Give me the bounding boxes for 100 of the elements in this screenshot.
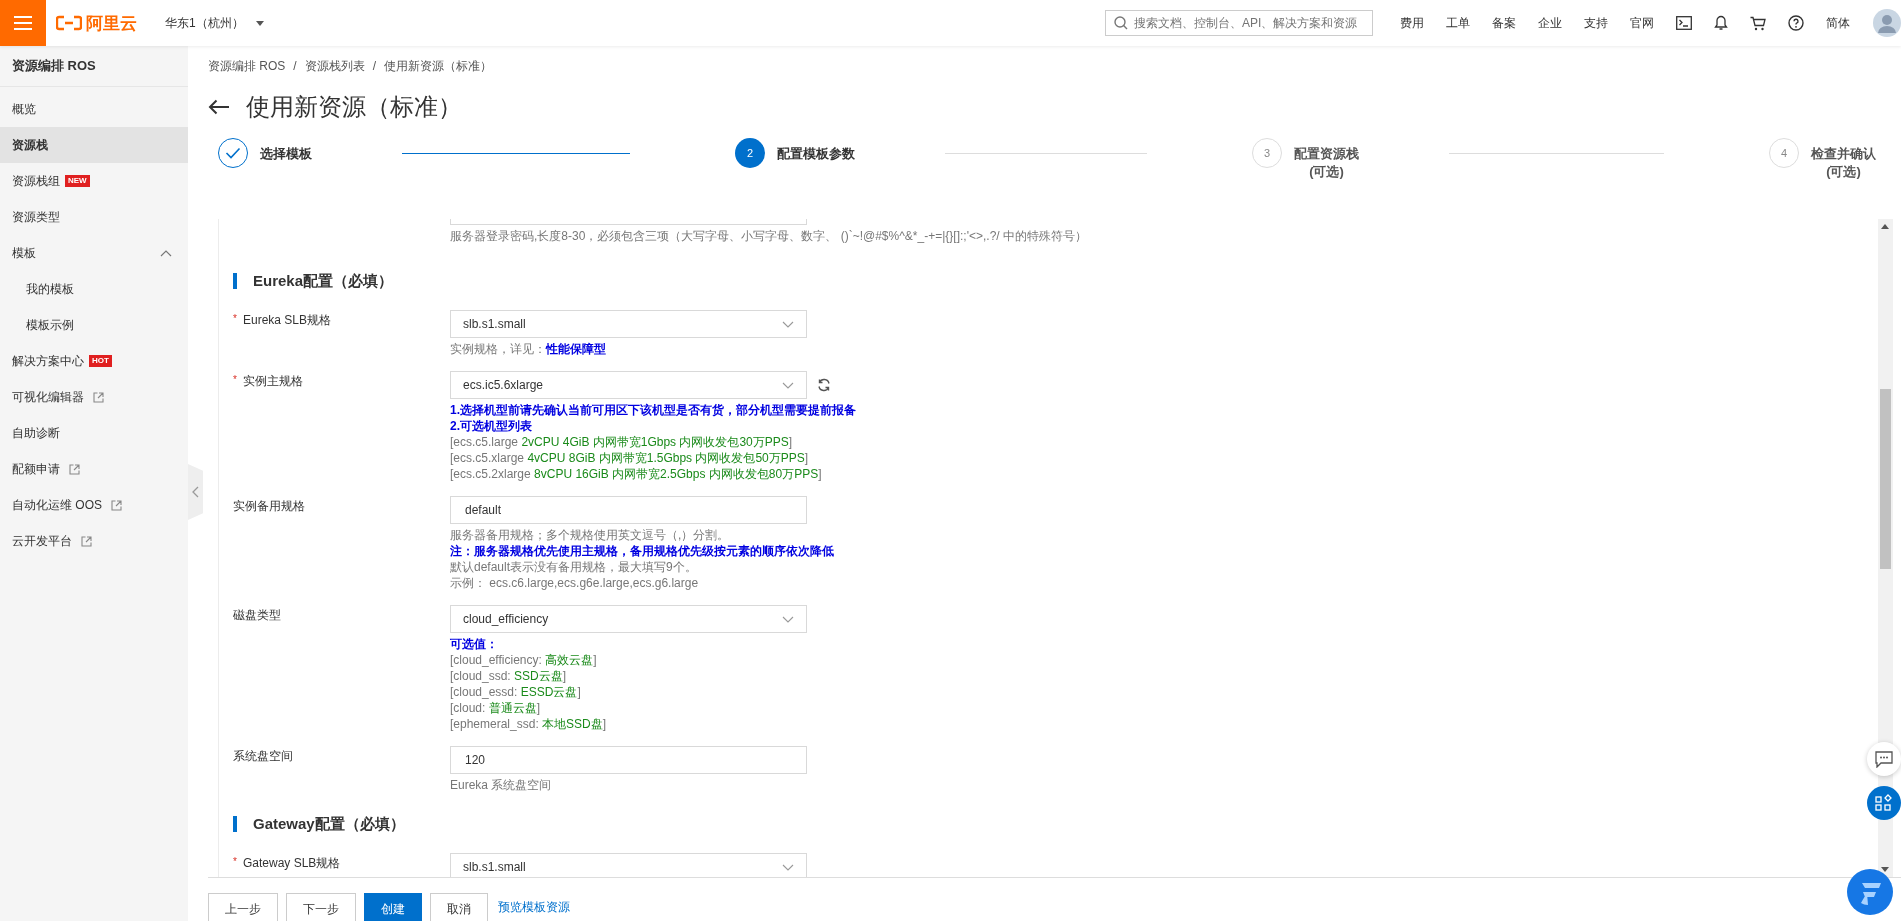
required-mark: * bbox=[233, 855, 238, 869]
footer-button[interactable]: 取消 bbox=[430, 893, 488, 921]
footer-button[interactable]: 下一步 bbox=[286, 893, 356, 921]
chevron-down-icon bbox=[782, 381, 794, 389]
section-title: Gateway配置（必填） bbox=[253, 814, 405, 834]
breadcrumb-current: 使用新资源（标准） bbox=[384, 57, 493, 75]
step-label: 配置模板参数 bbox=[777, 145, 855, 163]
terminal-icon[interactable] bbox=[1676, 16, 1692, 30]
help-text: 服务器登录密码,长度8-30，必须包含三项（大写字母、小写字母、数字、 ()`~!@#$%^&*_-+=|{}[]:;'<>,.?/ 中的特殊符号） bbox=[450, 228, 1087, 244]
select-field[interactable]: slb.s1.small bbox=[450, 853, 807, 877]
field-label: 实例备用规格 bbox=[233, 498, 305, 515]
input-field[interactable]: 120 bbox=[450, 746, 807, 774]
help-text: 默认default表示没有备用规格，最大填写9个。 bbox=[450, 559, 698, 575]
nav-link[interactable]: 企业 bbox=[1538, 14, 1562, 32]
step-label: 选择模板 bbox=[260, 145, 312, 163]
region-selector[interactable]: 华东1（杭州） bbox=[165, 14, 264, 32]
badge: NEW bbox=[65, 175, 90, 187]
input-field[interactable]: default bbox=[450, 496, 807, 524]
chat-icon bbox=[1875, 750, 1893, 768]
external-link-icon bbox=[111, 499, 122, 511]
footer-button[interactable]: 上一步 bbox=[208, 893, 278, 921]
select-field[interactable]: cloud_efficiency bbox=[450, 605, 807, 633]
back-arrow-icon[interactable] bbox=[208, 99, 230, 115]
chevron-down-icon bbox=[782, 863, 794, 871]
nav-link[interactable]: 官网 bbox=[1630, 14, 1654, 32]
sidebar-item[interactable]: 自助诊断 bbox=[0, 415, 188, 451]
sidebar-item[interactable]: 资源栈 bbox=[0, 127, 188, 163]
chevron-left-icon bbox=[192, 486, 199, 498]
apps-icon bbox=[1875, 794, 1893, 812]
assistant-logo-icon[interactable] bbox=[1847, 869, 1893, 915]
footer-button[interactable]: 创建 bbox=[364, 893, 422, 921]
scroll-down-icon[interactable] bbox=[1881, 867, 1889, 872]
cart-icon[interactable] bbox=[1750, 15, 1766, 31]
preview-link[interactable]: 预览模板资源 bbox=[498, 893, 570, 921]
help-text: [ecs.c5.xlarge 4vCPU 8GiB 内网带宽1.5Gbps 内网收发包50万PPS] bbox=[450, 450, 810, 466]
chat-button[interactable] bbox=[1867, 742, 1901, 776]
help-text: [cloud_essd: ESSD云盘] bbox=[450, 684, 582, 700]
select-field[interactable]: slb.s1.small bbox=[450, 310, 807, 338]
collapse-handle[interactable] bbox=[188, 464, 203, 520]
check-icon bbox=[225, 147, 241, 159]
avatar-icon[interactable] bbox=[1873, 9, 1901, 37]
help-text: 1.选择机型前请先确认当前可用区下该机型是否有货，部分机型需要提前报备 bbox=[450, 402, 856, 418]
select-field[interactable]: ecs.ic5.6xlarge bbox=[450, 371, 807, 399]
help-text: [ecs.c5.large 2vCPU 4GiB 内网带宽1Gbps 内网收发包30万PPS] bbox=[450, 434, 794, 450]
caret-icon bbox=[255, 20, 264, 26]
sidebar-subitem[interactable]: 模板示例 bbox=[0, 307, 188, 343]
help-text: Eureka 系统盘空间 bbox=[450, 777, 553, 793]
step-label: 配置资源栈 bbox=[1294, 145, 1359, 163]
nav-link[interactable]: 支持 bbox=[1584, 14, 1608, 32]
field-label: 系统盘空间 bbox=[233, 748, 293, 765]
language-link[interactable]: 简体 bbox=[1826, 14, 1850, 32]
step-indicator: 2 bbox=[735, 138, 765, 168]
apps-button[interactable] bbox=[1867, 786, 1901, 820]
step-label: 检查并确认 bbox=[1811, 145, 1876, 163]
help-text: [cloud_efficiency: 高效云盘] bbox=[450, 652, 598, 668]
external-link-icon bbox=[93, 391, 104, 403]
sidebar-item[interactable]: 自动化运维 OOS bbox=[0, 487, 188, 523]
help-text: [ecs.c5.2xlarge 8vCPU 16GiB 内网带宽2.5Gbps 内网收发包80万PPS] bbox=[450, 466, 823, 482]
help-icon[interactable] bbox=[1788, 15, 1804, 31]
breadcrumb-separator: / bbox=[293, 59, 297, 73]
external-link-icon bbox=[69, 463, 80, 475]
bell-icon[interactable] bbox=[1714, 15, 1728, 31]
refresh-icon[interactable] bbox=[817, 378, 831, 392]
chevron-down-icon bbox=[782, 615, 794, 623]
sidebar-item[interactable]: 可视化编辑器 bbox=[0, 379, 188, 415]
chevron-down-icon bbox=[782, 320, 794, 328]
nav-link[interactable]: 工单 bbox=[1446, 14, 1470, 32]
required-mark: * bbox=[233, 373, 238, 387]
help-text: 注：服务器规格优先使用主规格，备用规格优先级按元素的顺序依次降低 bbox=[450, 543, 834, 559]
breadcrumb-link[interactable]: 资源栈列表 bbox=[304, 57, 365, 75]
input-field[interactable] bbox=[450, 219, 807, 225]
sidebar-item[interactable]: 配额申请 bbox=[0, 451, 188, 487]
help-text: [cloud_ssd: SSD云盘] bbox=[450, 668, 568, 684]
help-text: [cloud: 普通云盘] bbox=[450, 700, 542, 716]
required-mark: * bbox=[233, 312, 238, 326]
step-sublabel: (可选) bbox=[1826, 163, 1861, 181]
scroll-up-icon[interactable] bbox=[1881, 224, 1889, 229]
field-label: 实例主规格 bbox=[243, 373, 303, 390]
sidebar-item[interactable]: 解决方案中心 HOT bbox=[0, 343, 188, 379]
menu-button[interactable] bbox=[0, 0, 46, 46]
field-label: Gateway SLB规格 bbox=[243, 855, 341, 872]
sidebar-item[interactable]: 资源类型 bbox=[0, 199, 188, 235]
nav-link[interactable]: 费用 bbox=[1400, 14, 1424, 32]
section-title: Eureka配置（必填） bbox=[253, 271, 394, 291]
search-field[interactable]: 搜索文档、控制台、API、解决方案和资源 bbox=[1105, 10, 1373, 36]
sidebar-item[interactable]: 模板 bbox=[0, 235, 188, 271]
menu-icon bbox=[14, 16, 32, 30]
help-text: 2.可选机型列表 bbox=[450, 418, 533, 434]
breadcrumb-link[interactable]: 资源编排 ROS bbox=[208, 57, 286, 75]
sidebar-item[interactable]: 概览 bbox=[0, 91, 188, 127]
nav-link[interactable]: 备案 bbox=[1492, 14, 1516, 32]
badge: HOT bbox=[89, 355, 112, 367]
sidebar-item[interactable]: 云开发平台 bbox=[0, 523, 188, 559]
sidebar-title: 资源编排 ROS bbox=[0, 46, 188, 87]
field-label: 磁盘类型 bbox=[233, 607, 281, 624]
field-label: Eureka SLB规格 bbox=[243, 312, 332, 329]
help-text: 服务器备用规格；多个规格使用英文逗号（,）分割。 bbox=[450, 527, 731, 543]
scrollbar-thumb[interactable] bbox=[1880, 389, 1891, 569]
sidebar-item[interactable]: 资源栈组 NEW bbox=[0, 163, 188, 199]
sidebar-subitem[interactable]: 我的模板 bbox=[0, 271, 188, 307]
